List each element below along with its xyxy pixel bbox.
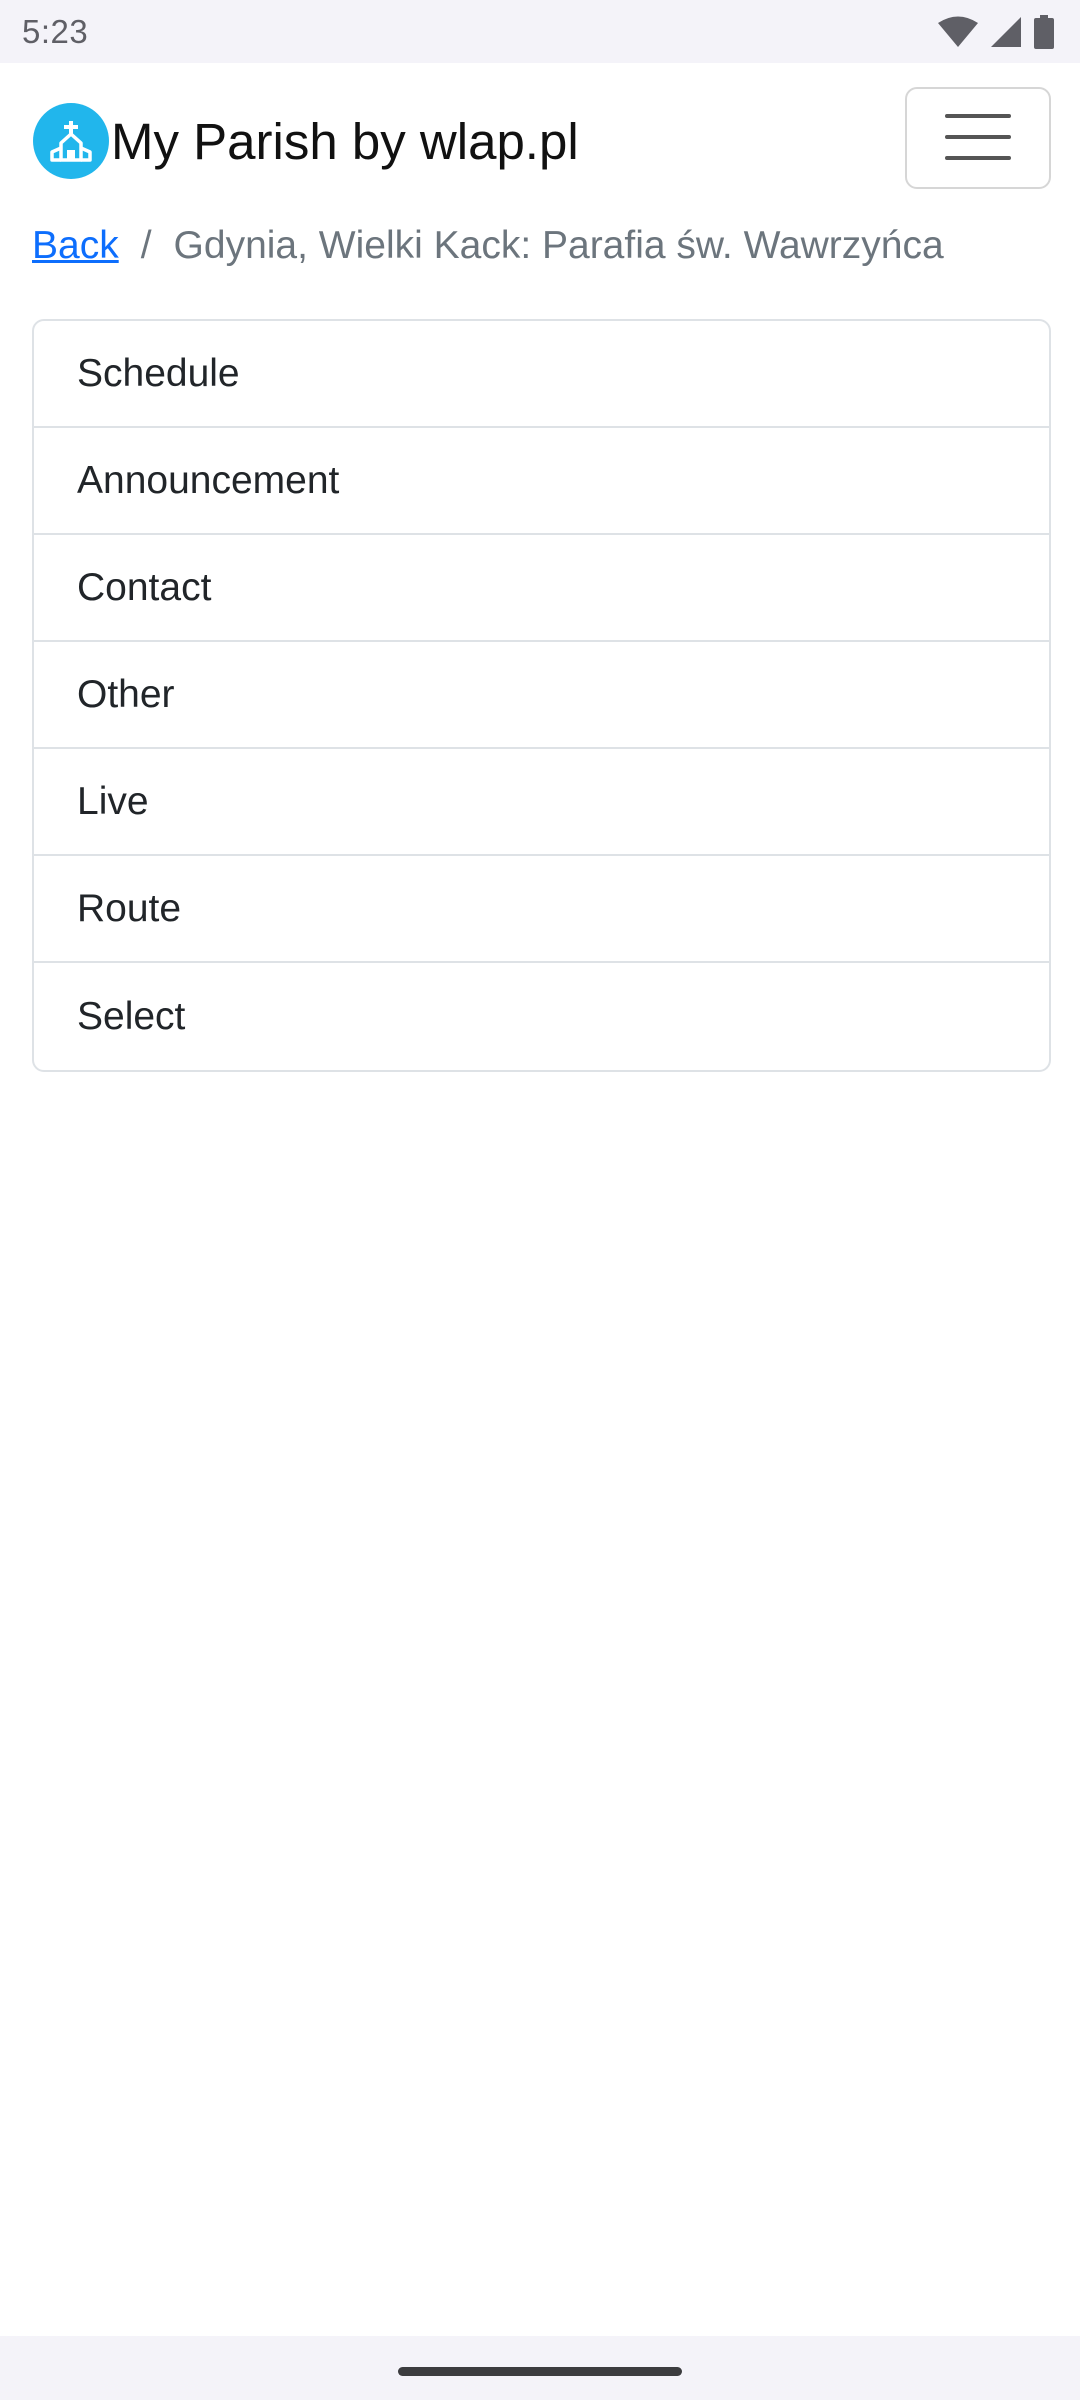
menu-item-live[interactable]: Live: [34, 749, 1049, 856]
home-indicator[interactable]: [398, 2367, 682, 2376]
status-time: 5:23: [22, 12, 89, 50]
wifi-icon: [938, 16, 978, 48]
signal-icon: [990, 16, 1022, 48]
back-link[interactable]: Back: [32, 224, 119, 268]
app-title: My Parish by wlap.pl: [111, 112, 579, 170]
menu-toggle-button[interactable]: [905, 87, 1051, 189]
hamburger-menu-icon: [945, 112, 1011, 165]
breadcrumb: Back / Gdynia, Wielki Kack: Parafia św. …: [32, 216, 944, 276]
breadcrumb-current-parish: Gdynia, Wielki Kack: Parafia św. Wawrzyń…: [173, 224, 944, 267]
menu-item-announcement[interactable]: Announcement: [34, 428, 1049, 535]
system-navigation-bar: [0, 2336, 1080, 2400]
status-icons: [938, 14, 1054, 49]
menu-item-select[interactable]: Select: [34, 963, 1049, 1070]
menu-item-contact[interactable]: Contact: [34, 535, 1049, 642]
status-bar: 5:23: [0, 0, 1080, 63]
church-icon: [33, 103, 109, 179]
brand[interactable]: My Parish by wlap.pl: [33, 103, 579, 179]
parish-menu-list: Schedule Announcement Contact Other Live…: [32, 319, 1051, 1072]
menu-item-route[interactable]: Route: [34, 856, 1049, 963]
navbar: My Parish by wlap.pl: [0, 63, 1080, 213]
breadcrumb-separator: /: [140, 224, 152, 267]
battery-icon: [1034, 14, 1054, 49]
menu-item-schedule[interactable]: Schedule: [34, 321, 1049, 428]
menu-item-other[interactable]: Other: [34, 642, 1049, 749]
